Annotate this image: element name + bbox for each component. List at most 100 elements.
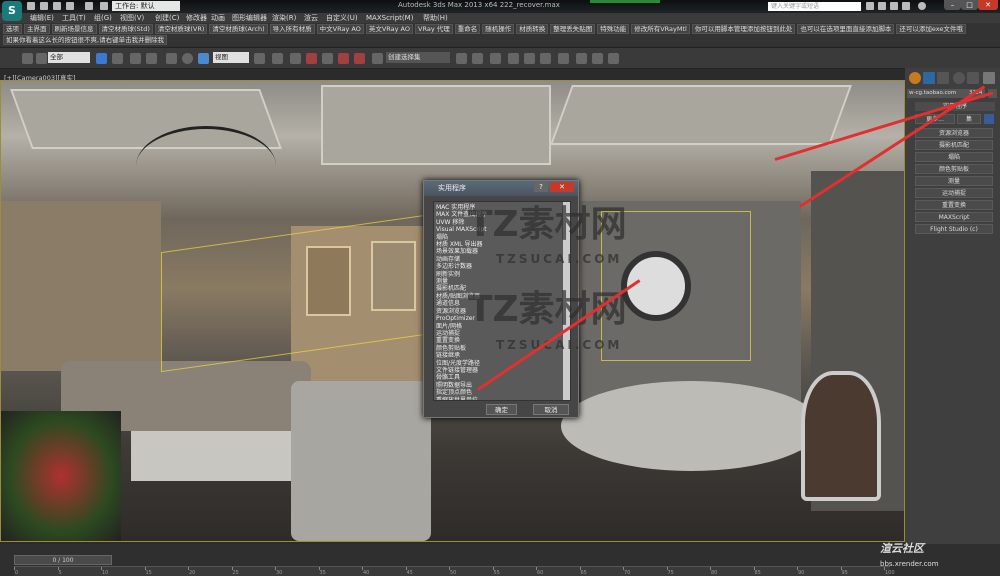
custom-button[interactable]: 清空材质球(Arch): [209, 24, 268, 34]
utility-list-item[interactable]: MAX 文件查找程序: [436, 211, 568, 218]
utility-button[interactable]: Flight Studio (c): [915, 224, 993, 234]
selection-filter-select[interactable]: 全部: [48, 52, 90, 63]
ok-button[interactable]: 确定: [486, 404, 517, 415]
utility-button[interactable]: 颜色剪贴板: [915, 164, 993, 174]
project-folder-icon[interactable]: [100, 2, 108, 10]
named-selection-set-select[interactable]: 创建选择集: [386, 52, 450, 63]
custom-button[interactable]: 清空材质球(Std): [98, 24, 153, 34]
utility-list-item[interactable]: 链接继承: [436, 352, 568, 359]
save-icon[interactable]: [53, 2, 61, 10]
custom-button[interactable]: 也可以在选项里面直接添加脚本: [797, 24, 895, 34]
custom-button[interactable]: 重命名: [454, 24, 481, 34]
menu-animation[interactable]: 动画: [211, 13, 225, 23]
rectangle-selection-icon[interactable]: [130, 53, 141, 64]
edit-named-selection-icon[interactable]: [372, 53, 383, 64]
undo-icon[interactable]: [66, 2, 74, 10]
rendered-frame-window-icon[interactable]: [592, 53, 603, 64]
binoculars-icon[interactable]: [866, 2, 874, 10]
menu-graph-editors[interactable]: 图形编辑器: [232, 13, 267, 23]
help-icon[interactable]: [918, 2, 926, 10]
select-link-icon[interactable]: [22, 53, 33, 64]
menu-group[interactable]: 组(G): [94, 13, 112, 23]
custom-button[interactable]: 中文VRay AO: [316, 24, 364, 34]
new-file-icon[interactable]: [27, 2, 35, 10]
window-crossing-icon[interactable]: [146, 53, 157, 64]
utility-button[interactable]: 测量: [915, 176, 993, 186]
custom-button[interactable]: 还可以添加exe文件哦: [896, 24, 966, 34]
time-slider[interactable]: 0 / 100: [14, 555, 112, 565]
custom-button[interactable]: 英文VRay AO: [365, 24, 414, 34]
cancel-button[interactable]: 取消: [533, 404, 569, 415]
custom-button[interactable]: 随机操作: [482, 24, 515, 34]
menu-tools[interactable]: 工具(T): [62, 13, 86, 23]
redo-icon[interactable]: [85, 2, 93, 10]
favorites-star-icon[interactable]: [902, 2, 910, 10]
workspace-select[interactable]: 工作台: 默认: [112, 1, 180, 11]
create-tab-icon[interactable]: [909, 72, 921, 84]
utility-list-item[interactable]: 位图/光度学路径: [436, 360, 568, 367]
render-teapot-icon[interactable]: [608, 53, 619, 64]
select-manipulate-icon[interactable]: [272, 53, 283, 64]
reference-coordinate-select[interactable]: 视图: [213, 52, 249, 63]
custom-button[interactable]: VRay 代理: [415, 24, 453, 34]
menu-xrender[interactable]: 渲云: [304, 13, 318, 23]
curve-editor-icon[interactable]: [524, 53, 535, 64]
close-button[interactable]: ✕: [978, 0, 998, 10]
modify-tab-icon[interactable]: [923, 72, 935, 84]
utility-button[interactable]: 摄影机匹配: [915, 140, 993, 150]
minimize-button[interactable]: –: [944, 0, 961, 10]
track-bar[interactable]: 0 5 10 15 20 25 30 35 40 45 50 55 60 65 70 75 80 85 90 95 10…: [14, 566, 895, 576]
custom-button[interactable]: 整理丢失贴图: [550, 24, 596, 34]
select-by-name-icon[interactable]: [112, 53, 123, 64]
utility-list-item[interactable]: 颜色剪贴板: [436, 345, 568, 352]
custom-button[interactable]: 刷新场景信息: [51, 24, 97, 34]
render-setup-icon[interactable]: [576, 53, 587, 64]
app-logo-button[interactable]: S: [2, 1, 22, 21]
graphite-tools-icon[interactable]: [508, 53, 519, 64]
utility-list-item[interactable]: ProOptimizer: [436, 315, 568, 322]
hierarchy-tab-icon[interactable]: [937, 72, 949, 84]
custom-button[interactable]: 主界面: [24, 24, 50, 34]
custom-button[interactable]: 选项: [3, 24, 22, 34]
utility-list-item[interactable]: Visual MAXScript: [436, 226, 568, 233]
utility-list-item[interactable]: 重缩放世界单位: [436, 397, 568, 400]
bind-space-warp-icon[interactable]: [36, 53, 47, 64]
angle-snap-icon[interactable]: [322, 53, 333, 64]
rotate-icon[interactable]: [182, 53, 193, 64]
move-icon[interactable]: [166, 53, 177, 64]
utility-button[interactable]: 资源浏览器: [915, 128, 993, 138]
custom-button[interactable]: 修改所有VRayMtl: [631, 24, 690, 34]
dialog-title-bar[interactable]: 实用程序 ? ✕: [424, 181, 578, 196]
list-scrollbar[interactable]: [563, 202, 570, 400]
layer-manager-icon[interactable]: [490, 53, 501, 64]
custom-button[interactable]: 材质转换: [516, 24, 549, 34]
schematic-view-icon[interactable]: [540, 53, 551, 64]
utility-list-item[interactable]: 通道信息: [436, 300, 568, 307]
display-tab-icon[interactable]: [967, 72, 979, 84]
custom-button[interactable]: 你可以用脚本管理添加按钮到此处: [691, 24, 796, 34]
menu-rendering[interactable]: 渲染(R): [272, 13, 296, 23]
configure-sets-icon[interactable]: [984, 114, 994, 124]
scale-icon[interactable]: [198, 53, 209, 64]
help-button[interactable]: ?: [534, 182, 548, 192]
mirror-icon[interactable]: [456, 53, 467, 64]
utility-button[interactable]: 运动捕捉: [915, 188, 993, 198]
utility-list-item[interactable]: 骨骼工具: [436, 374, 568, 381]
material-editor-icon[interactable]: [558, 53, 569, 64]
spinner-snap-icon[interactable]: [354, 53, 365, 64]
menu-views[interactable]: 视图(V): [120, 13, 144, 23]
menu-modifiers[interactable]: 修改器: [186, 13, 207, 23]
keyboard-shortcut-icon[interactable]: [290, 53, 301, 64]
pivot-center-icon[interactable]: [254, 53, 265, 64]
select-object-icon[interactable]: [96, 53, 107, 64]
align-icon[interactable]: [472, 53, 483, 64]
custom-button-hint[interactable]: 如果你看着这么长的按钮很不爽,请右键单击我并删除我: [3, 35, 168, 45]
snaps-toggle-icon[interactable]: [306, 53, 317, 64]
menu-create[interactable]: 创建(C): [155, 13, 179, 23]
menu-edit[interactable]: 编辑(E): [30, 13, 54, 23]
utility-list-item[interactable]: 场景效果加载器: [436, 248, 568, 255]
custom-button[interactable]: 特殊功能: [597, 24, 630, 34]
utility-list-item[interactable]: 多边形计数器: [436, 263, 568, 270]
utility-list-item[interactable]: 刷新实例: [436, 271, 568, 278]
custom-button[interactable]: 导入所有材质: [269, 24, 315, 34]
